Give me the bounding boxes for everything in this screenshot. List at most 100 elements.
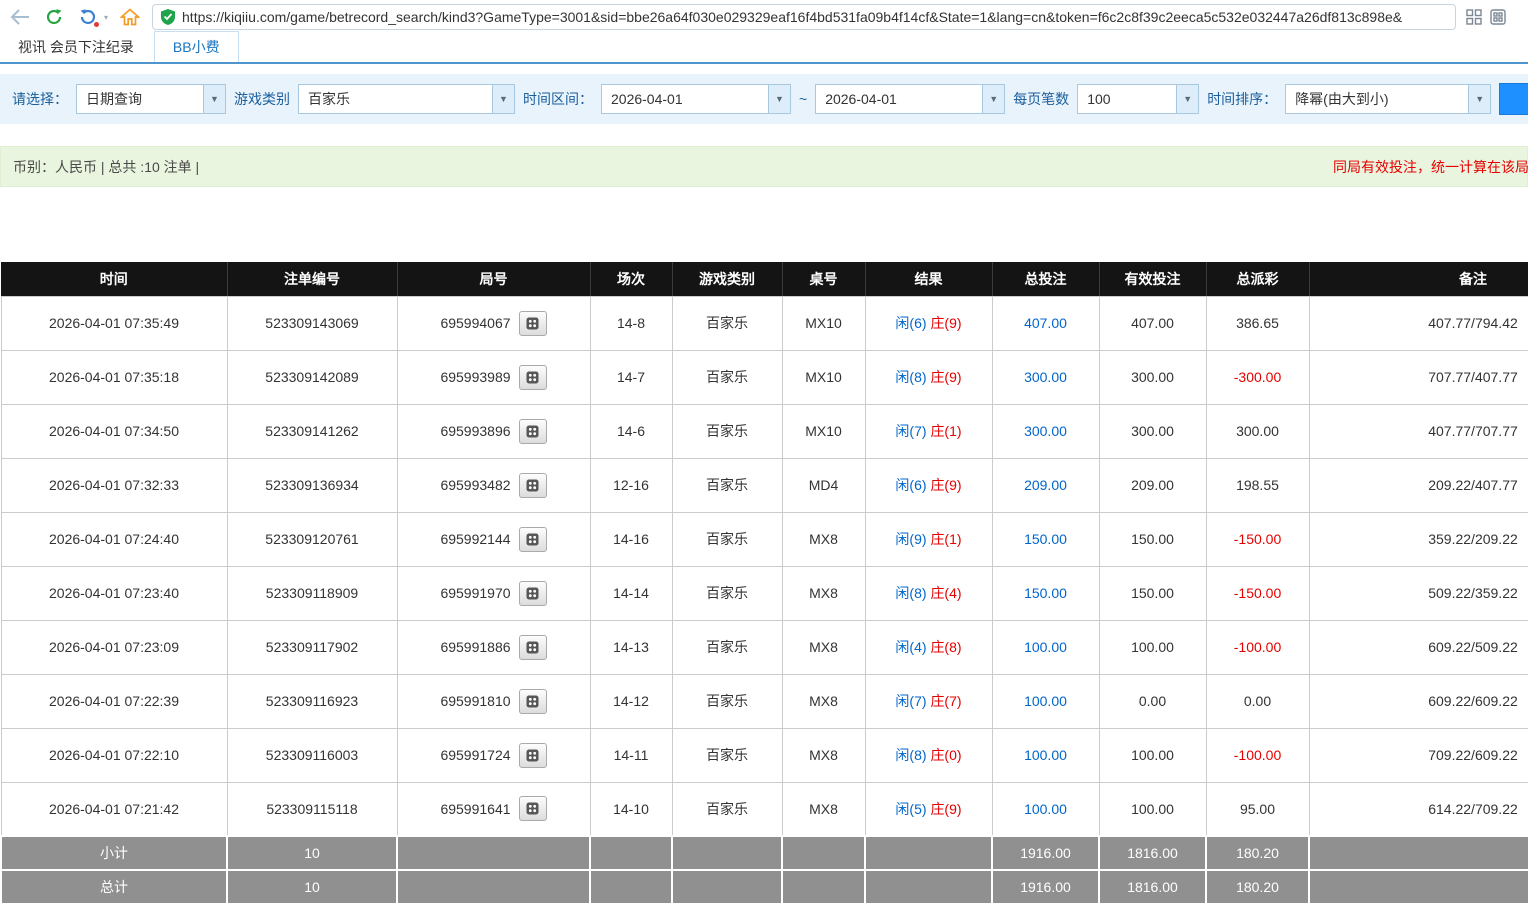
cell-round-id: 695991641 [397,782,590,836]
apps-grid-icon[interactable] [1466,9,1482,25]
total-bet-link[interactable]: 100.00 [1024,747,1067,763]
url-bar[interactable]: https://kiqiiu.com/game/betrecord_search… [152,4,1456,30]
cell-table-no: MX8 [782,512,865,566]
cell-time: 2026-04-01 07:21:42 [1,782,227,836]
round-number: 695993482 [440,477,510,493]
cell-result: 闲(6) 庄(9) [865,296,992,350]
undo-icon[interactable] [76,5,100,29]
cell-time: 2026-04-01 07:32:33 [1,458,227,512]
footer-cell: 10 [227,870,397,904]
cell-game-type: 百家乐 [672,728,782,782]
url-text[interactable]: https://kiqiiu.com/game/betrecord_search… [182,9,1447,25]
result-banker: 庄(7) [930,693,961,709]
total-bet-link[interactable]: 100.00 [1024,801,1067,817]
sort-select[interactable]: 降幂(由大到小) ▼ [1285,84,1491,114]
payout-value: 198.55 [1236,477,1279,493]
cell-bet-id: 523309142089 [227,350,397,404]
video-replay-icon [526,749,539,762]
bet-record-row: 2026-04-01 07:32:33523309136934695993482… [1,458,1528,512]
cell-result: 闲(9) 庄(1) [865,512,992,566]
cell-result: 闲(8) 庄(0) [865,728,992,782]
tab-bb-tips[interactable]: BB小费 [154,31,239,62]
cell-round-id: 695994067 [397,296,590,350]
cell-round-id: 695993989 [397,350,590,404]
video-replay-button[interactable] [519,311,547,336]
cell-payout: 0.00 [1206,674,1309,728]
video-replay-button[interactable] [519,419,547,444]
result-player: 闲(8) [895,369,926,385]
footer-cell: 1916.00 [992,836,1099,870]
chevron-down-icon[interactable]: ▼ [492,85,514,113]
back-icon[interactable] [8,5,32,29]
video-replay-button[interactable] [519,796,547,821]
round-number: 695991641 [440,801,510,817]
summary-bar: 币别：人民币 | 总共 :10 注单 | 同局有效投注，统一计算在该局 [0,146,1528,187]
bet-record-row: 2026-04-01 07:23:09523309117902695991886… [1,620,1528,674]
cell-game-type: 百家乐 [672,512,782,566]
video-replay-button[interactable] [519,635,547,660]
cell-table-no: MX10 [782,404,865,458]
chevron-down-icon[interactable]: ▼ [768,85,790,113]
chevron-down-icon[interactable]: ▾ [104,13,108,22]
video-replay-button[interactable] [519,743,547,768]
video-replay-button[interactable] [519,527,547,552]
result-player: 闲(9) [895,531,926,547]
video-replay-button[interactable] [519,365,547,390]
column-header: 桌号 [782,262,865,296]
cell-remark: 614.22/709.22 [1309,782,1528,836]
round-number: 695994067 [440,315,510,331]
cell-payout: -150.00 [1206,512,1309,566]
page-size-select[interactable]: 100 ▼ [1077,84,1199,114]
date-to-select[interactable]: 2026-04-01 ▼ [815,84,1005,114]
cell-round-id: 695992144 [397,512,590,566]
date-mode-select[interactable]: 日期查询 ▼ [76,84,226,114]
cell-time: 2026-04-01 07:34:50 [1,404,227,458]
cell-result: 闲(8) 庄(9) [865,350,992,404]
video-replay-icon [526,479,539,492]
total-bet-link[interactable]: 150.00 [1024,585,1067,601]
result-banker: 庄(1) [930,423,961,439]
chevron-down-icon[interactable]: ▼ [982,85,1004,113]
cell-session: 14-14 [590,566,672,620]
total-bet-link[interactable]: 209.00 [1024,477,1067,493]
site-safety-shield-icon [161,9,175,25]
video-replay-button[interactable] [519,689,547,714]
result-player: 闲(4) [895,639,926,655]
cell-payout: 300.00 [1206,404,1309,458]
footer-cell: 10 [227,836,397,870]
chevron-down-icon[interactable]: ▼ [1468,85,1490,113]
total-bet-link[interactable]: 150.00 [1024,531,1067,547]
cell-game-type: 百家乐 [672,296,782,350]
home-icon[interactable] [118,5,142,29]
footer-cell [1309,836,1528,870]
search-button[interactable] [1499,83,1528,115]
cell-time: 2026-04-01 07:22:39 [1,674,227,728]
cell-session: 14-13 [590,620,672,674]
video-replay-button[interactable] [519,581,547,606]
cell-remark: 359.22/209.22 [1309,512,1528,566]
date-mode-value: 日期查询 [77,85,203,113]
bet-record-row: 2026-04-01 07:22:39523309116923695991810… [1,674,1528,728]
chevron-down-icon[interactable]: ▼ [1176,85,1198,113]
refresh-icon[interactable] [42,5,66,29]
video-replay-icon [526,695,539,708]
payout-value: -100.00 [1234,639,1281,655]
result-player: 闲(7) [895,423,926,439]
tab-video-bet-records[interactable]: 视讯 会员下注纪录 [8,32,144,62]
extensions-icon[interactable] [1490,9,1506,25]
cell-table-no: MX8 [782,728,865,782]
date-from-select[interactable]: 2026-04-01 ▼ [601,84,791,114]
cell-payout: -100.00 [1206,620,1309,674]
total-bet-link[interactable]: 100.00 [1024,693,1067,709]
total-bet-link[interactable]: 100.00 [1024,639,1067,655]
game-type-select[interactable]: 百家乐 ▼ [298,84,515,114]
total-bet-link[interactable]: 300.00 [1024,423,1067,439]
cell-table-no: MX10 [782,350,865,404]
chevron-down-icon[interactable]: ▼ [203,85,225,113]
result-player: 闲(8) [895,747,926,763]
sort-value: 降幂(由大到小) [1286,85,1468,113]
cell-valid-bet: 0.00 [1099,674,1206,728]
video-replay-button[interactable] [519,473,547,498]
total-bet-link[interactable]: 407.00 [1024,315,1067,331]
total-bet-link[interactable]: 300.00 [1024,369,1067,385]
